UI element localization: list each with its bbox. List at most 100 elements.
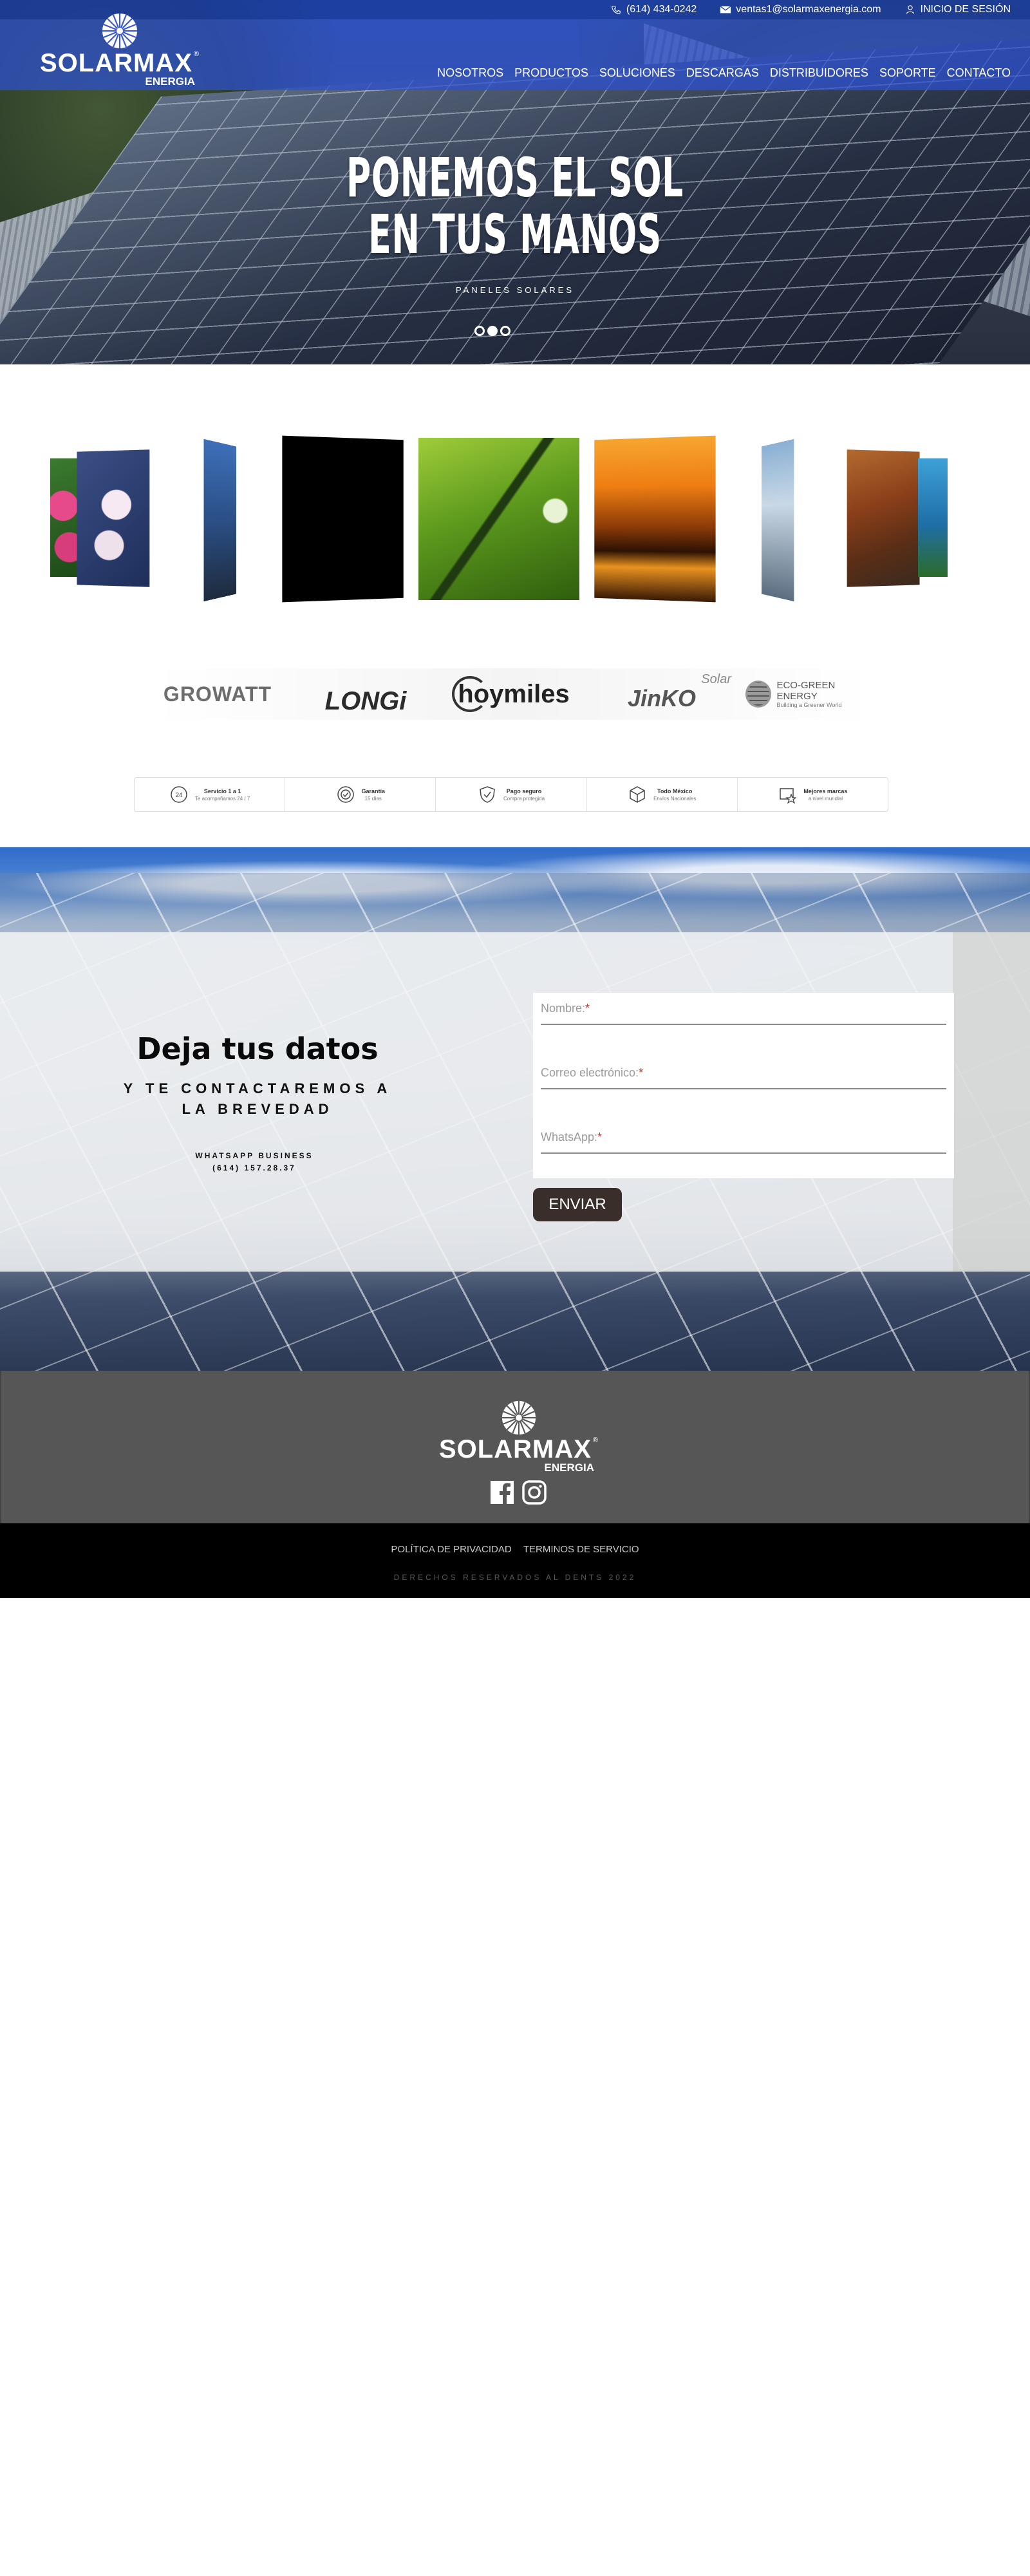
contact-title: Deja tus datos xyxy=(136,1031,379,1066)
feature-support-title: Servicio 1 a 1 xyxy=(203,787,241,794)
hero-title: PONEMOS EL SOL EN TUS MANOS xyxy=(196,149,834,263)
topbar-login[interactable]: INICIO DE SESIÓN xyxy=(904,4,1011,15)
nav-descargas[interactable]: DESCARGAS xyxy=(686,66,759,80)
email-required-mark: * xyxy=(639,1066,644,1079)
box-icon xyxy=(628,785,647,804)
facebook-icon[interactable] xyxy=(489,1480,515,1505)
feature-shipping-title: Todo México xyxy=(657,787,693,794)
warranty-icon xyxy=(336,785,355,804)
brand-eco-green[interactable]: ECO-GREEN ENERGY Building a Greener Worl… xyxy=(745,668,874,720)
whatsapp-number: (614) 157.28.37 xyxy=(212,1163,296,1172)
topbar-login-text: INICIO DE SESIÓN xyxy=(920,4,1011,15)
nav-nosotros[interactable]: NOSOTROS xyxy=(437,66,503,80)
feature-warranty: Garantía 15 días xyxy=(285,778,436,811)
carousel-image-orchid[interactable] xyxy=(77,449,150,587)
feature-secure-title: Pago seguro xyxy=(506,787,542,794)
nav-contacto[interactable]: CONTACTO xyxy=(947,66,1011,80)
social-links xyxy=(489,1480,547,1505)
feature-shipping-subtitle: Envíos Nacionales xyxy=(653,795,697,802)
copyright-text: DERECHOS RESERVADOS AL DENTS 2022 xyxy=(393,1573,637,1582)
carousel-image-lake[interactable] xyxy=(918,458,948,577)
contact-overlay-strip xyxy=(953,932,1030,1272)
feature-shipping: Todo México Envíos Nacionales xyxy=(587,778,738,811)
sun-logo-icon xyxy=(501,1400,536,1435)
logo-sub: ENERGIA xyxy=(145,75,195,88)
topbar-phone-text: (614) 434-0242 xyxy=(626,4,697,15)
page: (614) 434-0242 ventas1@solarmaxenergia.c… xyxy=(0,0,1030,2576)
feature-warranty-subtitle: 15 días xyxy=(364,795,382,802)
slider-dot-2[interactable] xyxy=(487,326,498,336)
globe-icon xyxy=(745,681,772,708)
brand-hoymiles-text: hoymiles xyxy=(458,679,570,708)
hero-slider-dots xyxy=(474,326,510,336)
name-field-label: Nombre:* xyxy=(541,1002,590,1015)
svg-text:24: 24 xyxy=(175,792,183,799)
features-bar: 24 Servicio 1 a 1 Te acompañamos 24 / 7 G… xyxy=(134,777,888,812)
whatsapp-info: WHATSAPP BUSINESS (614) 157.28.37 xyxy=(0,1150,509,1174)
feature-secure-payment: Pago seguro Compra protegida xyxy=(436,778,587,811)
legal-links: POLÍTICA DE PRIVACIDAD TERMINOS DE SERVI… xyxy=(0,1544,1030,1555)
nav-distribuidores[interactable]: DISTRIBUIDORES xyxy=(770,66,868,80)
star-card-icon xyxy=(778,785,797,804)
carousel-image-tree[interactable] xyxy=(203,438,236,602)
support-24h-icon: 24 xyxy=(169,785,189,804)
carousel-image-sunset[interactable] xyxy=(594,435,716,603)
contact-subtitle: Y TE CONTACTAREMOS A LA BREVEDAD xyxy=(123,1080,392,1117)
privacy-link[interactable]: POLÍTICA DE PRIVACIDAD xyxy=(391,1544,511,1555)
brand-jinko-text: JinKO xyxy=(627,685,696,711)
hero-subtitle: PANELES SOLARES xyxy=(455,285,575,295)
hero-title-line1: PONEMOS EL SOL xyxy=(346,146,684,209)
topbar-phone[interactable]: (614) 434-0242 xyxy=(610,4,697,15)
carousel-image-black[interactable] xyxy=(282,435,404,603)
whatsapp-label-text: WhatsApp: xyxy=(541,1131,598,1143)
email-label-text: Correo electrónico: xyxy=(541,1066,639,1079)
nav-soporte[interactable]: SOPORTE xyxy=(879,66,936,80)
footer-logo-registered: ® xyxy=(592,1436,598,1444)
footer-logo-sub: ENERGIA xyxy=(544,1462,594,1474)
carousel-image-autumn[interactable] xyxy=(847,449,920,587)
sun-logo-icon xyxy=(102,14,137,48)
footer-bottom-bar xyxy=(0,1523,1030,1598)
send-button[interactable]: ENVIAR xyxy=(533,1188,622,1221)
whatsapp-required-mark: * xyxy=(597,1131,603,1143)
nav-productos[interactable]: PRODUCTOS xyxy=(514,66,588,80)
image-carousel xyxy=(0,425,1030,618)
topbar-email[interactable]: ventas1@solarmaxenergia.com xyxy=(720,4,881,15)
carousel-image-grass[interactable] xyxy=(418,438,579,600)
footer-logo[interactable]: SOLARMAX ® ENERGIA xyxy=(439,1399,598,1473)
name-field[interactable]: Nombre:* xyxy=(541,993,946,1025)
whatsapp-label: WHATSAPP BUSINESS xyxy=(195,1151,314,1160)
hero-title-line2: EN TUS MANOS xyxy=(368,203,662,266)
brand-jinko[interactable]: JinKO Solar xyxy=(597,668,731,720)
brand-logos: GROWATT LONGi hoymiles JinKO Solar ECO-G… xyxy=(153,668,874,720)
email-field[interactable]: Correo electrónico:* xyxy=(541,1057,946,1089)
brand-hoymiles[interactable]: hoymiles xyxy=(449,668,578,720)
shield-icon xyxy=(478,785,497,804)
name-label-text: Nombre: xyxy=(541,1002,586,1015)
whatsapp-field[interactable]: WhatsApp:* xyxy=(541,1122,946,1154)
brand-longi[interactable]: LONGi xyxy=(301,668,430,720)
brand-eco-tagline: Building a Greener World xyxy=(776,702,842,708)
topbar-email-text: ventas1@solarmaxenergia.com xyxy=(736,4,881,15)
name-required-mark: * xyxy=(585,1002,590,1015)
contact-form: Nombre:* Correo electrónico:* WhatsApp:* xyxy=(533,993,954,1178)
terms-link[interactable]: TERMINOS DE SERVICIO xyxy=(523,1544,639,1555)
logo-registered: ® xyxy=(193,50,199,58)
slider-dot-1[interactable] xyxy=(474,326,485,336)
feature-brands-title: Mejores marcas xyxy=(803,787,848,794)
navbar: SOLARMAX ® ENERGIA NOSOTROS PRODUCTOS SO… xyxy=(0,14,1030,90)
brand-growatt[interactable]: GROWATT xyxy=(153,668,282,720)
carousel-image-cliff[interactable] xyxy=(762,438,794,602)
email-field-label: Correo electrónico:* xyxy=(541,1066,643,1080)
logo-wordmark: SOLARMAX xyxy=(40,49,192,77)
footer-logo-wordmark: SOLARMAX xyxy=(439,1435,592,1463)
feature-brands: Mejores marcas a nivel mundial xyxy=(738,778,888,811)
feature-support: 24 Servicio 1 a 1 Te acompañamos 24 / 7 xyxy=(135,778,286,811)
feature-secure-subtitle: Compra protegida xyxy=(503,795,545,802)
phone-icon xyxy=(612,6,621,14)
instagram-icon[interactable] xyxy=(521,1480,547,1505)
slider-dot-3[interactable] xyxy=(500,326,510,336)
nav-soluciones[interactable]: SOLUCIONES xyxy=(599,66,675,80)
header-logo[interactable]: SOLARMAX ® ENERGIA xyxy=(40,12,199,87)
user-icon xyxy=(906,5,914,14)
